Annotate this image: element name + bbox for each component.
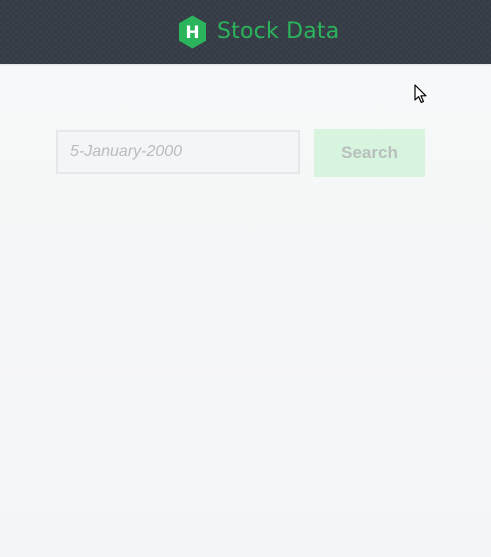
hexagon-logo-icon: H — [176, 14, 209, 50]
top-bar: H Stock Data — [0, 0, 491, 64]
search-row: Search — [56, 129, 426, 177]
search-button[interactable]: Search — [314, 129, 425, 177]
logo-letter: H — [185, 23, 199, 43]
date-input[interactable] — [56, 130, 300, 174]
mouse-pointer-icon — [414, 84, 428, 104]
app-title: Stock Data — [217, 19, 340, 44]
brand: H Stock Data — [176, 14, 339, 50]
